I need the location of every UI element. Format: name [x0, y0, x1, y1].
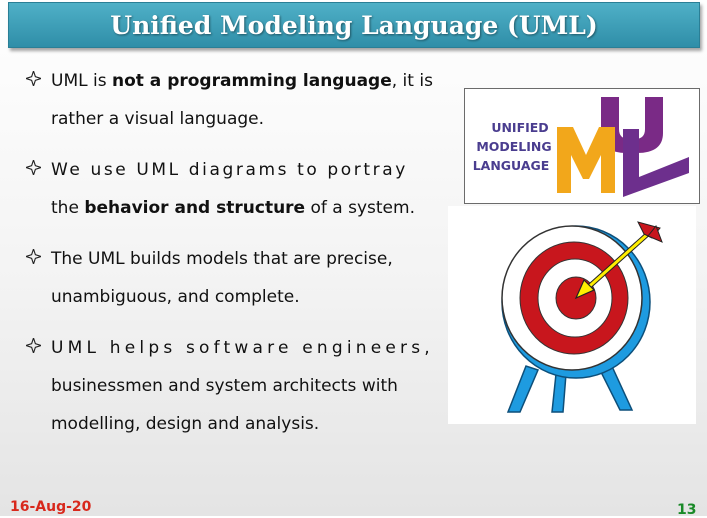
title-bar: Unified Modeling Language (UML) [8, 2, 700, 48]
bullet-line: UML is not a programming language, it is [51, 71, 433, 91]
uml-logo: UNIFIED MODELING LANGUAGE [464, 88, 700, 204]
uml-logo-image: UNIFIED MODELING LANGUAGE [473, 97, 689, 197]
bullet-item: UML helps software engineers, businessme… [26, 329, 434, 443]
footer-date: 16-Aug-20 [10, 499, 92, 515]
target-arrow-icon [501, 221, 663, 413]
diamond-bullet-icon [26, 71, 41, 86]
bullet-line: the behavior and structure of a system. [51, 198, 415, 218]
target-illustration [448, 206, 696, 424]
bullet-line: rather a visual language. [51, 109, 265, 129]
bullet-line: The UML builds models that are precise, [51, 249, 393, 269]
logo-word-unified: UNIFIED [491, 120, 548, 135]
bullet-item: We use UML diagrams to portray the behav… [26, 151, 426, 227]
logo-word-modeling: MODELING [476, 139, 551, 154]
bullet-line: unambiguous, and complete. [51, 287, 300, 307]
slide-title: Unified Modeling Language (UML) [110, 10, 598, 40]
bullet-item: UML is not a programming language, it is… [26, 62, 433, 138]
bullet-list: UML is not a programming language, it is… [26, 62, 434, 456]
diamond-bullet-icon [26, 249, 41, 264]
uml-logo-m-letter [557, 127, 615, 193]
bullet-line: businessmen and system architects with [51, 376, 398, 396]
diamond-bullet-icon [26, 338, 41, 353]
bullet-line: modelling, design and analysis. [51, 414, 320, 434]
bullet-item: The UML builds models that are precise, … [26, 240, 426, 316]
logo-word-language: LANGUAGE [473, 158, 550, 173]
bullet-line: We use UML diagrams to portray [51, 160, 408, 180]
bullet-line: UML helps software engineers, [51, 338, 434, 358]
diamond-bullet-icon [26, 160, 41, 175]
